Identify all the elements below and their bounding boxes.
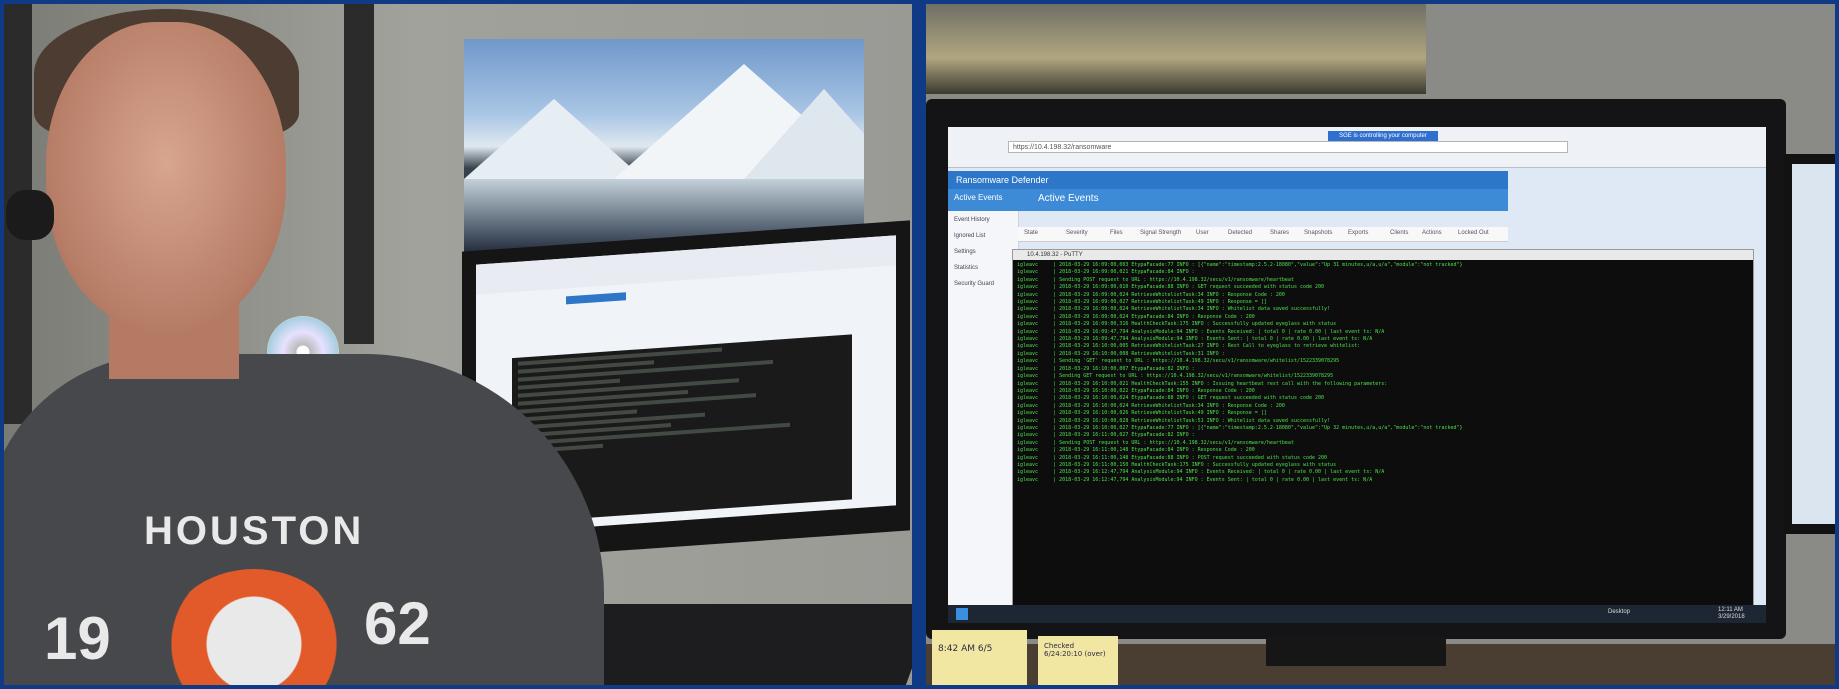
events-table-header: State Severity Files Signal Strength Use…	[1018, 227, 1508, 242]
tab-active-events[interactable]: Active Events	[954, 193, 1002, 202]
log-line: igleavc | 2018-03-29 16:09:00,021 EtypaF…	[1017, 269, 1195, 276]
windows-start-icon[interactable]	[956, 608, 968, 620]
windows-taskbar: Desktop 12:11 AM 3/29/2018	[948, 605, 1766, 623]
taskbar-clock-date: 3/29/2018	[1718, 614, 1745, 620]
log-line: igleavc | 2018-03-29 16:09:00,024 Retrie…	[1017, 291, 1285, 298]
sidebar-item-event-history[interactable]: Event History	[948, 211, 1018, 227]
column-header[interactable]: Locked Out	[1458, 230, 1489, 236]
column-header[interactable]: User	[1196, 230, 1209, 236]
tab-active-events-title[interactable]: Active Events	[1038, 193, 1099, 204]
keyboard	[562, 604, 912, 685]
log-line: igleavc | Sending POST request to URL : …	[1017, 439, 1294, 446]
shelf-post	[344, 4, 374, 344]
app-title: Ransomware Defender	[948, 171, 1508, 189]
log-line: igleavc | 2018-03-29 16:09:00,024 Retrie…	[1017, 306, 1331, 313]
log-line: igleavc | 2018-03-29 16:11:00,027 EtypaF…	[1017, 432, 1195, 439]
monitor-stand	[1266, 636, 1446, 666]
shirt-logo: HOUSTON 19 62	[44, 509, 464, 685]
headset-earpiece	[6, 190, 54, 240]
column-header[interactable]: Shares	[1270, 230, 1289, 236]
sidebar-item-settings[interactable]: Settings	[948, 243, 1018, 259]
column-header[interactable]: Signal Strength	[1140, 230, 1181, 236]
log-line: igleavc | 2018-03-29 16:09:47,794 Analys…	[1017, 336, 1373, 343]
log-line: igleavc | 2018-03-29 16:12:47,794 Analys…	[1017, 476, 1373, 483]
putty-terminal-window[interactable]: 10.4.198.32 - PuTTY igleavc | 2018-03-29…	[1012, 249, 1754, 621]
shirt-year-right: 62	[364, 590, 431, 657]
remote-control-banner: SGE is controlling your computer	[1328, 131, 1438, 141]
column-header[interactable]: Files	[1110, 230, 1123, 236]
stadium-emblem	[164, 569, 344, 685]
mountain-lake-photo	[464, 39, 864, 254]
side-monitor-screen	[1792, 164, 1835, 524]
log-line: igleavc | 2018-03-29 16:09:00,010 EtypaF…	[1017, 284, 1325, 291]
log-line: igleavc | 2018-03-29 16:09:00,316 Health…	[1017, 321, 1337, 328]
log-line: igleavc | 2018-03-29 16:11:00,148 EtypaF…	[1017, 447, 1255, 454]
log-line: igleavc | 2018-03-29 16:10:00,026 Retrie…	[1017, 410, 1267, 417]
app-tabbar: Active Events Active Events	[948, 189, 1508, 211]
column-header[interactable]: Detected	[1228, 230, 1252, 236]
main-monitor: SGE is controlling your computer https:/…	[926, 99, 1786, 639]
log-line: igleavc | 2018-03-29 16:09:47,794 Analys…	[1017, 328, 1385, 335]
log-line: igleavc | 2018-03-29 16:10:00,008 Retrie…	[1017, 350, 1225, 357]
log-line: igleavc | 2018-03-29 16:10:00,024 Retrie…	[1017, 402, 1285, 409]
sidebar-item-ignored-list[interactable]: Ignored List	[948, 227, 1018, 243]
log-line: igleavc | 2018-03-29 16:10:00,027 EtypaF…	[1017, 424, 1463, 431]
side-monitor	[1784, 154, 1835, 534]
browser-toolbar: SGE is controlling your computer https:/…	[948, 127, 1766, 168]
log-line: igleavc | 2018-03-29 16:11:00,148 EtypaF…	[1017, 454, 1328, 461]
browser-address-bar[interactable]: https://10.4.198.32/ransomware	[1008, 141, 1568, 153]
sidebar-item-security-guard[interactable]: Security Guard	[948, 275, 1018, 291]
log-line: igleavc | 2018-03-29 16:09:00,024 EtypaF…	[1017, 313, 1255, 320]
log-line: igleavc | 2018-03-29 16:10:00,005 Retrie…	[1017, 343, 1361, 350]
log-line: igleavc | 2018-03-29 16:12:47,794 Analys…	[1017, 469, 1385, 476]
shirt-city-text: HOUSTON	[144, 509, 365, 553]
wall-photo	[926, 4, 1426, 94]
log-line: igleavc | Sending GET request to URL : h…	[1017, 373, 1334, 380]
column-header[interactable]: Clients	[1390, 230, 1408, 236]
column-header[interactable]: Actions	[1422, 230, 1442, 236]
column-header[interactable]: Snapshots	[1304, 230, 1332, 236]
log-line: igleavc | 2018-03-29 16:10:00,022 EtypaF…	[1017, 387, 1255, 394]
log-line: igleavc | 2018-03-29 16:09:00,003 EtypaF…	[1017, 262, 1463, 268]
log-line: igleavc | 2018-03-29 16:10:00,024 EtypaF…	[1017, 395, 1325, 402]
column-header[interactable]: Severity	[1066, 230, 1088, 236]
person-face	[46, 22, 286, 332]
sticky-note-right: Checked 6/24:20:10 (over)	[1038, 636, 1118, 685]
taskbar-desktop-label[interactable]: Desktop	[1608, 609, 1630, 615]
log-line: igleavc | 2018-03-29 16:10:00,028 Retrie…	[1017, 417, 1331, 424]
mountain-peak	[744, 89, 864, 179]
log-line: igleavc | 2018-03-29 16:11:00,150 Health…	[1017, 461, 1337, 468]
sidebar-item-statistics[interactable]: Statistics	[948, 259, 1018, 275]
monitor-photo: SGE is controlling your computer https:/…	[926, 4, 1835, 685]
log-line: igleavc | Sending POST request to URL : …	[1017, 276, 1294, 283]
left-monitor-app-header	[566, 292, 626, 305]
column-header[interactable]: Exports	[1348, 230, 1368, 236]
log-line: igleavc | 2018-03-29 16:10:00,007 EtypaF…	[1017, 365, 1195, 372]
monitor-screen: SGE is controlling your computer https:/…	[948, 127, 1766, 623]
terminal-log: igleavc | 2018-03-29 16:09:00,003 EtypaF…	[1013, 260, 1753, 486]
app-sidebar: Event History Ignored List Settings Stat…	[948, 211, 1019, 623]
sticky-note-left: 8:42 AM 6/5	[932, 630, 1027, 685]
log-line: igleavc | 2018-03-29 16:09:00,027 Retrie…	[1017, 299, 1267, 306]
shirt-year-left: 19	[44, 605, 111, 672]
taskbar-clock-time: 12:11 AM	[1718, 607, 1743, 613]
selfie-photo: HOUSTON 19 62	[4, 4, 912, 685]
column-header[interactable]: State	[1024, 230, 1038, 236]
putty-title-bar[interactable]: 10.4.198.32 - PuTTY	[1013, 250, 1753, 260]
log-line: igleavc | Sending 'GET' request to URL :…	[1017, 358, 1340, 365]
log-line: igleavc | 2018-03-29 16:10:00,021 Health…	[1017, 380, 1388, 387]
